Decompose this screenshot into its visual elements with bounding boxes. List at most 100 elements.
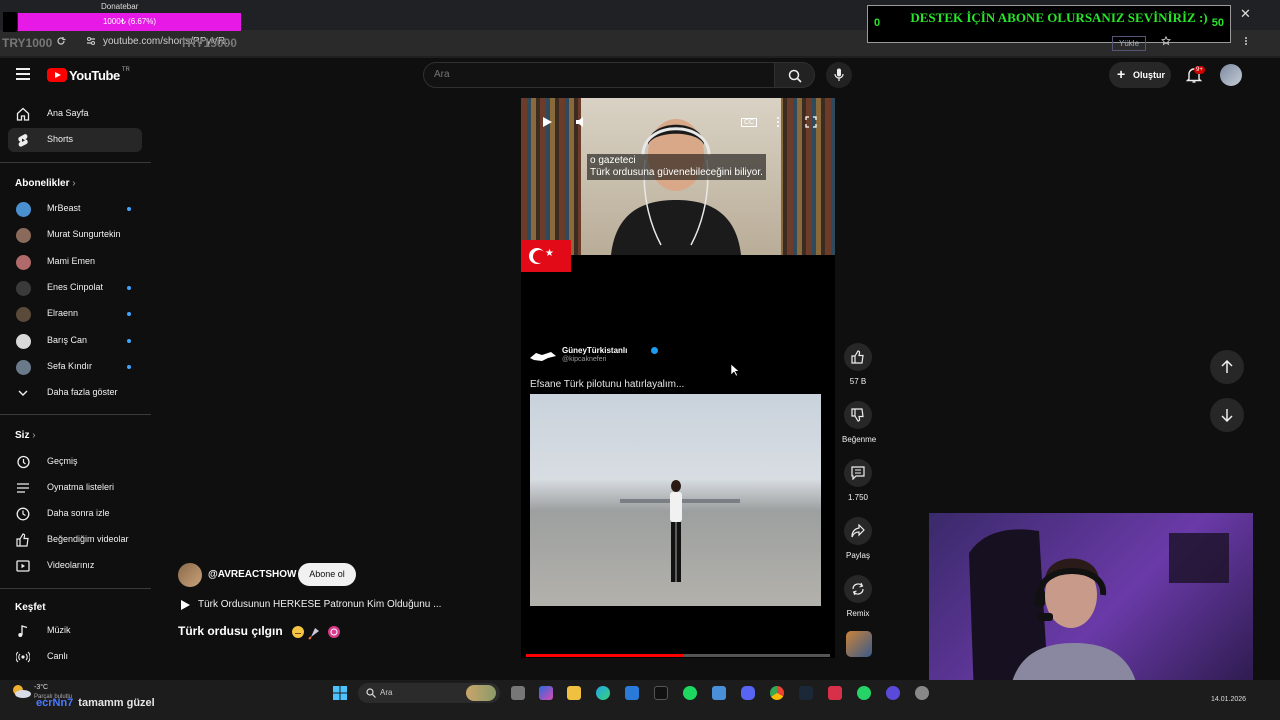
store-icon[interactable] xyxy=(625,686,639,700)
taskbar-search[interactable]: Ara xyxy=(358,683,500,703)
sidebar-item-home[interactable]: Ana Sayfa xyxy=(8,102,142,126)
voice-search-button[interactable] xyxy=(826,62,852,88)
reload-icon[interactable] xyxy=(56,36,66,46)
sidebar-item-subscription[interactable]: Sefa Kındır xyxy=(8,355,142,379)
you-heading[interactable]: Siz › xyxy=(15,430,36,441)
chevron-down-icon xyxy=(18,390,28,396)
channel-avatar xyxy=(16,202,31,217)
sidebar-item-liked[interactable]: Beğendiğim videolar xyxy=(8,528,142,552)
streamer-webcam xyxy=(929,513,1253,697)
steam-icon[interactable] xyxy=(799,686,813,700)
youtube-logo[interactable]: YouTube TR xyxy=(47,67,130,83)
sound-thumbnail[interactable] xyxy=(846,631,872,657)
arrow-down-icon xyxy=(1221,409,1233,422)
sidebar-item-live[interactable]: Canlı xyxy=(8,645,142,669)
subscribe-button[interactable]: Abone ol xyxy=(298,563,356,586)
playlist-link[interactable]: Türk Ordusunun HERKESE Patronun Kim Oldu… xyxy=(198,599,441,610)
star-icon[interactable] xyxy=(1161,36,1171,46)
new-content-dot xyxy=(127,364,131,369)
sidebar-item-subscription[interactable]: Elraenn xyxy=(8,302,142,326)
comments-button[interactable]: 1.750 xyxy=(842,459,874,502)
more-options-icon[interactable] xyxy=(775,116,781,128)
streamer-figure xyxy=(1009,558,1139,697)
search-icon xyxy=(366,688,376,698)
app-icon[interactable] xyxy=(712,686,726,700)
sidebar-item-history[interactable]: Geçmiş xyxy=(8,450,142,474)
create-button[interactable]: + Oluştur xyxy=(1109,62,1171,88)
sidebar-item-subscription[interactable]: Murat Sungurtekin xyxy=(8,223,142,247)
sidebar-item-subscription[interactable]: MrBeast xyxy=(8,197,142,221)
playlist-icon xyxy=(17,483,29,493)
sidebar-item-music[interactable]: Müzik xyxy=(8,619,142,643)
music-icon xyxy=(18,625,28,637)
valorant-icon[interactable] xyxy=(828,686,842,700)
chat-message: ecrNn7 tamamm güzel xyxy=(36,697,155,709)
task-view-icon[interactable] xyxy=(511,686,525,700)
spotify-icon[interactable] xyxy=(683,686,697,700)
search-input[interactable] xyxy=(434,69,734,80)
discord-icon[interactable] xyxy=(741,686,755,700)
obs-icon[interactable] xyxy=(886,686,900,700)
sidebar-item-watch-later[interactable]: Daha sonra izle xyxy=(8,502,142,526)
fullscreen-icon[interactable] xyxy=(805,116,817,128)
captions-button[interactable]: CC xyxy=(741,118,758,127)
sidebar-item-subscription[interactable]: Enes Cinpolat xyxy=(8,276,142,300)
volume-icon[interactable] xyxy=(575,116,589,128)
chat-text: tamamm güzel xyxy=(78,697,155,709)
edge-icon[interactable] xyxy=(596,686,610,700)
share-button[interactable]: Paylaş xyxy=(842,517,874,560)
subscribe-banner: 0 DESTEK İÇİN ABONE OLURSANIZ SEVİNİRİZ … xyxy=(867,5,1231,43)
sidebar-divider xyxy=(0,162,151,163)
site-info-icon[interactable] xyxy=(86,36,96,46)
search-box[interactable] xyxy=(423,62,775,88)
microphone-icon xyxy=(834,68,844,81)
video-progress-bar[interactable] xyxy=(526,654,830,657)
sidebar-item-label: Oynatma listeleri xyxy=(47,482,115,492)
play-icon[interactable] xyxy=(541,116,553,128)
turkish-flag: ★ xyxy=(521,240,571,272)
previous-short-button[interactable] xyxy=(1210,350,1244,384)
sidebar-item-label: Murat Sungurtekin xyxy=(47,229,121,240)
new-content-dot xyxy=(127,338,131,343)
tweet-image xyxy=(530,394,821,606)
like-button[interactable]: 57 B xyxy=(842,343,874,386)
sidebar-item-label: Beğendiğim videolar xyxy=(47,534,129,544)
window-close-button[interactable]: ✕ xyxy=(1240,6,1251,22)
sidebar-item-your-videos[interactable]: Videolarınız xyxy=(8,554,142,578)
channel-name[interactable]: @AVREACTSHOW xyxy=(208,569,296,580)
upload-button[interactable]: Yükle xyxy=(1112,36,1147,51)
sidebar: Ana Sayfa Shorts Abonelikler › Daha fazl… xyxy=(0,96,151,680)
donate-progress-bar: 1000₺ (6.67%) xyxy=(18,13,241,31)
remix-button[interactable]: Remix xyxy=(842,575,874,618)
sidebar-item-shorts[interactable]: Shorts xyxy=(8,128,142,152)
next-short-button[interactable] xyxy=(1210,398,1244,432)
windows-start-icon[interactable] xyxy=(333,686,347,700)
copilot-icon[interactable] xyxy=(539,686,553,700)
menu-icon[interactable] xyxy=(16,68,30,80)
settings-icon[interactable] xyxy=(915,686,929,700)
search-highlight-image xyxy=(466,685,496,701)
dislike-button[interactable]: Beğenme xyxy=(842,401,876,444)
sidebar-item-playlists[interactable]: Oynatma listeleri xyxy=(8,476,142,500)
subscriptions-heading[interactable]: Abonelikler › xyxy=(15,178,76,189)
sidebar-item-label: Barış Can xyxy=(47,334,88,345)
whatsapp-icon[interactable] xyxy=(857,686,871,700)
thumbs-up-icon xyxy=(851,350,864,364)
sidebar-item-subscription[interactable]: Barış Can xyxy=(8,329,142,353)
playlist-play-icon[interactable] xyxy=(180,600,190,610)
sidebar-item-subscription[interactable]: Mami Emen xyxy=(8,250,142,274)
tiktok-icon[interactable] xyxy=(654,686,668,700)
video-progress-fill xyxy=(526,654,685,657)
shorts-video-player[interactable]: CC o gazeteci Türk ordusuna güvenebilece… xyxy=(521,98,835,658)
sidebar-item-label: Sefa Kındır xyxy=(47,360,93,371)
account-avatar[interactable] xyxy=(1220,64,1242,86)
chrome-icon[interactable] xyxy=(770,686,784,700)
show-more-button[interactable]: Daha fazla göster xyxy=(8,381,142,405)
channel-avatar[interactable] xyxy=(178,563,202,587)
file-explorer-icon[interactable] xyxy=(567,686,581,700)
logo-region: TR xyxy=(121,67,130,73)
search-button[interactable] xyxy=(775,62,815,88)
short-title: Türk ordusu çılgın xyxy=(178,624,283,638)
weather-temperature: -3°C xyxy=(34,684,49,691)
browser-menu-icon[interactable] xyxy=(1241,36,1251,46)
